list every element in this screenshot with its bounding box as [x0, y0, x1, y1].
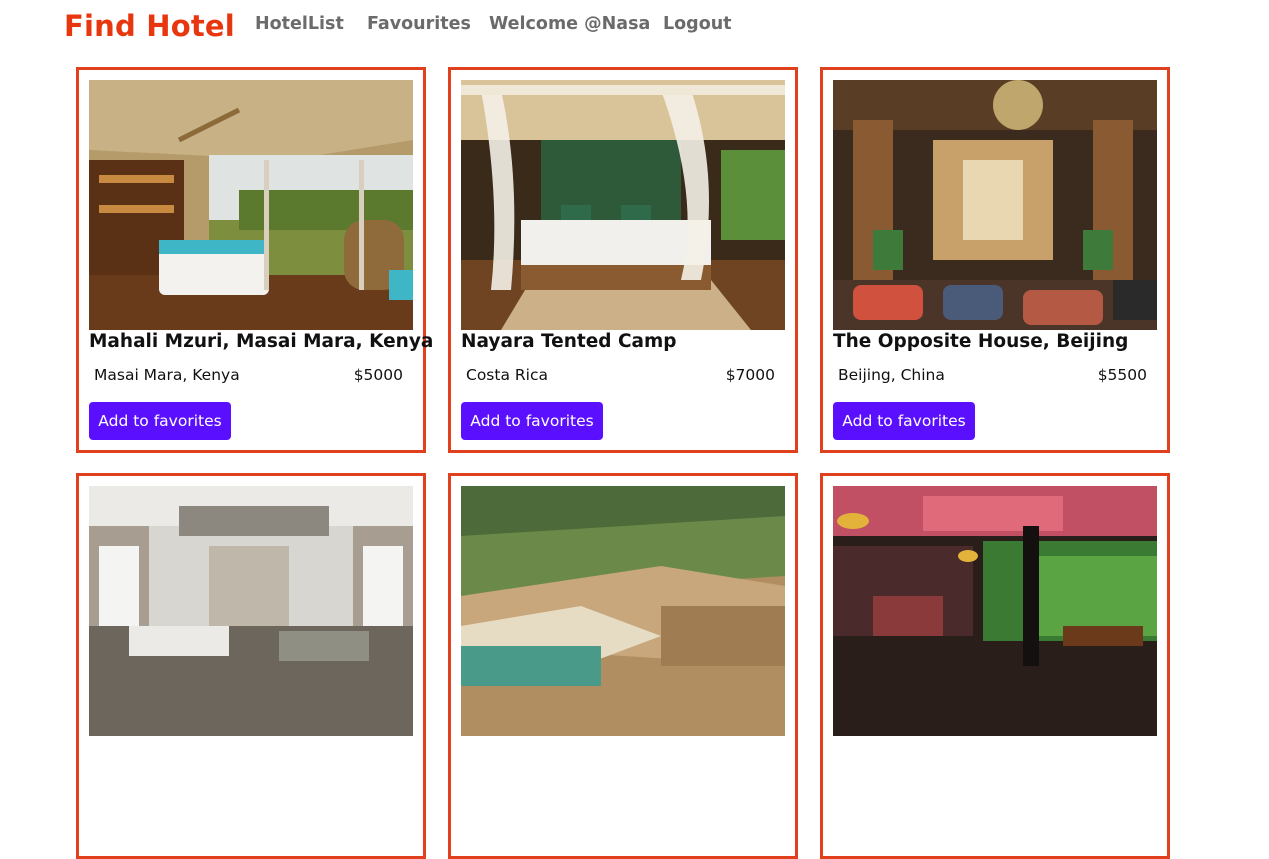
hotel-card: [820, 473, 1170, 859]
nav-hotel-list[interactable]: HotelList: [255, 14, 344, 34]
hotel-card: [76, 473, 426, 859]
hotel-photo[interactable]: [461, 486, 785, 736]
hotel-photo[interactable]: [89, 80, 413, 330]
hotel-photo[interactable]: [89, 486, 413, 736]
nav-welcome-user[interactable]: Welcome @Nasa: [489, 14, 650, 34]
hotel-price: $5500: [1097, 366, 1147, 384]
add-to-favorites-button[interactable]: Add to favorites: [833, 402, 975, 440]
nav-logout[interactable]: Logout: [663, 14, 732, 34]
hotel-location: Masai Mara, Kenya: [94, 366, 240, 384]
hotel-location: Costa Rica: [466, 366, 548, 384]
nav-favourites[interactable]: Favourites: [367, 14, 471, 34]
hotel-card: Mahali Mzuri, Masai Mara, Kenya Masai Ma…: [76, 67, 434, 453]
hotel-card: The Opposite House, Beijing Beijing, Chi…: [820, 67, 1170, 453]
hotel-card: [448, 473, 798, 859]
hotel-photo[interactable]: [833, 80, 1157, 330]
add-to-favorites-button[interactable]: Add to favorites: [89, 402, 231, 440]
add-to-favorites-button[interactable]: Add to favorites: [461, 402, 603, 440]
hotel-name: Mahali Mzuri, Masai Mara, Kenya: [89, 331, 434, 352]
hotel-price: $7000: [725, 366, 775, 384]
hotel-photo[interactable]: [833, 486, 1157, 736]
hotel-card: Nayara Tented Camp Costa Rica $7000 Add …: [448, 67, 798, 453]
navbar: Find Hotel HotelList Favourites Welcome …: [0, 0, 1269, 60]
hotel-photo[interactable]: [461, 80, 785, 330]
brand-logo[interactable]: Find Hotel: [64, 9, 235, 43]
hotel-location: Beijing, China: [838, 366, 945, 384]
hotel-price: $5000: [353, 366, 403, 384]
hotel-name: The Opposite House, Beijing: [833, 331, 1129, 352]
hotel-name: Nayara Tented Camp: [461, 331, 677, 352]
